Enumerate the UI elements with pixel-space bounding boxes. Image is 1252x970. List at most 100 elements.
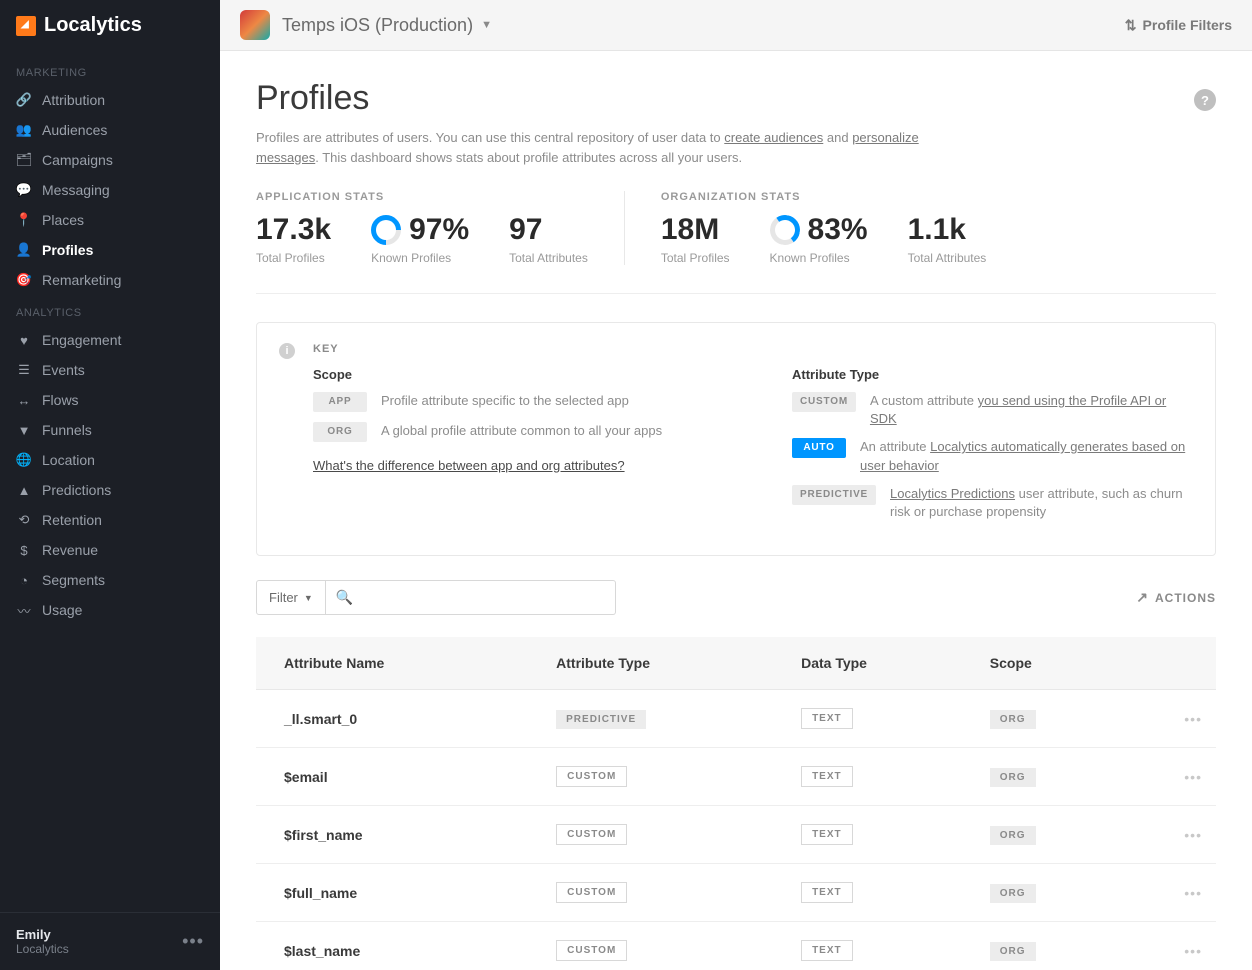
sidebar-item-retention[interactable]: ⟲Retention <box>0 505 220 535</box>
nav-section-title: MARKETING <box>0 55 220 85</box>
stat-org-total-profiles: 18M Total Profiles <box>661 213 730 265</box>
table-row[interactable]: $email CUSTOM TEXT ORG ••• <box>256 748 1216 806</box>
sidebar-item-label: Usage <box>42 602 82 618</box>
stat-org-total-attributes: 1.1k Total Attributes <box>908 213 987 265</box>
sidebar-item-engagement[interactable]: ♥Engagement <box>0 325 220 355</box>
sidebar-item-label: Predictions <box>42 482 111 498</box>
cell-attr-type: CUSTOM <box>542 806 787 864</box>
sidebar-item-label: Events <box>42 362 85 378</box>
data-type-badge: TEXT <box>801 940 853 961</box>
sidebar-item-funnels[interactable]: ▼Funnels <box>0 415 220 445</box>
sidebar-item-flows[interactable]: ↔Flows <box>0 385 220 415</box>
info-icon: i <box>279 343 295 359</box>
key-attr-col: Attribute Type CUSTOM A custom attribute… <box>792 367 1191 531</box>
sidebar-item-label: Flows <box>42 392 79 408</box>
sidebar-item-label: Attribution <box>42 92 105 108</box>
cell-scope: ORG <box>976 864 1124 922</box>
stat-app-total-attributes: 97 Total Attributes <box>509 213 588 265</box>
table-row[interactable]: $first_name CUSTOM TEXT ORG ••• <box>256 806 1216 864</box>
scope-badge: ORG <box>990 942 1036 961</box>
sidebar-item-places[interactable]: 📍Places <box>0 205 220 235</box>
sidebar-item-attribution[interactable]: 🔗 Attribution <box>0 85 220 115</box>
events-icon: ☰ <box>16 362 32 378</box>
filter-button[interactable]: Filter ▼ <box>256 580 326 615</box>
key-legend: i KEY Scope APP Profile attribute specif… <box>256 322 1216 556</box>
cell-data-type: TEXT <box>787 864 976 922</box>
search-icon: 🔍 <box>336 589 353 606</box>
profile-filters-button[interactable]: ⇅ Profile Filters <box>1125 17 1232 34</box>
predictions-link[interactable]: Localytics Predictions <box>890 486 1015 501</box>
cell-scope: ORG <box>976 806 1124 864</box>
sidebar-item-label: Places <box>42 212 84 228</box>
sidebar-item-label: Campaigns <box>42 152 113 168</box>
table-header[interactable]: Attribute Name <box>256 637 542 690</box>
data-type-badge: TEXT <box>801 882 853 903</box>
row-actions-icon[interactable]: ••• <box>1124 748 1216 806</box>
table-header[interactable]: Data Type <box>787 637 976 690</box>
data-type-badge: TEXT <box>801 708 853 729</box>
scope-badge: ORG <box>990 826 1036 845</box>
data-type-badge: TEXT <box>801 824 853 845</box>
app-selector[interactable]: Temps iOS (Production) ▼ <box>240 10 492 40</box>
table-header[interactable]: Scope <box>976 637 1124 690</box>
sidebar-item-revenue[interactable]: $Revenue <box>0 535 220 565</box>
cell-attr-name: $last_name <box>256 922 542 970</box>
scope-diff-link[interactable]: What's the difference between app and or… <box>313 458 625 473</box>
profile-filters-label: Profile Filters <box>1143 17 1232 33</box>
user-menu-icon[interactable]: ••• <box>182 931 204 952</box>
cell-attr-name: $full_name <box>256 864 542 922</box>
app-name: Temps iOS (Production) <box>282 15 473 36</box>
table-row[interactable]: _ll.smart_0 PREDICTIVE TEXT ORG ••• <box>256 690 1216 748</box>
cell-scope: ORG <box>976 690 1124 748</box>
sidebar-item-segments[interactable]: ◔Segments <box>0 565 220 595</box>
table-header[interactable]: Attribute Type <box>542 637 787 690</box>
actions-button[interactable]: ↗ ACTIONS <box>1136 589 1216 606</box>
sidebar-item-campaigns[interactable]: 🗂Campaigns <box>0 145 220 175</box>
sidebar-item-label: Segments <box>42 572 105 588</box>
scope-subtitle: Scope <box>313 367 712 382</box>
attribution-icon: 🔗 <box>16 92 32 108</box>
profiles-icon: 👤 <box>16 242 32 258</box>
org-stats-title: ORGANIZATION STATS <box>661 191 986 203</box>
sidebar-item-label: Location <box>42 452 95 468</box>
row-actions-icon[interactable]: ••• <box>1124 806 1216 864</box>
sidebar-item-messaging[interactable]: 💬Messaging <box>0 175 220 205</box>
sidebar-item-location[interactable]: 🌐Location <box>0 445 220 475</box>
main-content: Temps iOS (Production) ▼ ⇅ Profile Filte… <box>220 0 1252 970</box>
search-input[interactable] <box>359 590 605 605</box>
user-footer[interactable]: Emily Localytics ••• <box>0 912 220 970</box>
engagement-icon: ♥ <box>16 332 32 348</box>
brand-logo[interactable]: Localytics <box>0 0 220 55</box>
sidebar-item-audiences[interactable]: 👥Audiences <box>0 115 220 145</box>
sidebar-item-predictions[interactable]: ▲Predictions <box>0 475 220 505</box>
scope-badge: ORG <box>990 710 1036 729</box>
help-icon[interactable]: ? <box>1194 89 1216 111</box>
badge-custom: CUSTOM <box>792 392 856 412</box>
attr-type-badge: CUSTOM <box>556 940 627 961</box>
cell-data-type: TEXT <box>787 748 976 806</box>
sidebar-item-events[interactable]: ☰ Events <box>0 355 220 385</box>
row-actions-icon[interactable]: ••• <box>1124 690 1216 748</box>
cell-attr-name: $email <box>256 748 542 806</box>
filter-row: Filter ▼ 🔍 ↗ ACTIONS <box>256 580 1216 615</box>
sidebar: Localytics MARKETING 🔗 Attribution 👥Audienc… <box>0 0 220 970</box>
donut-icon <box>365 209 407 251</box>
table-row[interactable]: $last_name CUSTOM TEXT ORG ••• <box>256 922 1216 970</box>
key-title: KEY <box>313 343 1191 355</box>
scope-badge: ORG <box>990 884 1036 903</box>
sidebar-item-remarketing[interactable]: 🎯Remarketing <box>0 265 220 295</box>
row-actions-icon[interactable]: ••• <box>1124 922 1216 970</box>
chevron-down-icon: ▼ <box>304 593 313 603</box>
create-audiences-link[interactable]: create audiences <box>724 130 823 145</box>
row-actions-icon[interactable]: ••• <box>1124 864 1216 922</box>
topbar: Temps iOS (Production) ▼ ⇅ Profile Filte… <box>220 0 1252 51</box>
sidebar-item-profiles[interactable]: 👤Profiles <box>0 235 220 265</box>
table-row[interactable]: $full_name CUSTOM TEXT ORG ••• <box>256 864 1216 922</box>
organization-stats: ORGANIZATION STATS 18M Total Profiles 83… <box>661 191 986 265</box>
brand-name: Localytics <box>44 14 142 37</box>
table-header[interactable] <box>1124 637 1216 690</box>
search-box[interactable]: 🔍 <box>326 580 616 615</box>
sidebar-item-usage[interactable]: 〰Usage <box>0 595 220 625</box>
data-type-badge: TEXT <box>801 766 853 787</box>
audiences-icon: 👥 <box>16 122 32 138</box>
